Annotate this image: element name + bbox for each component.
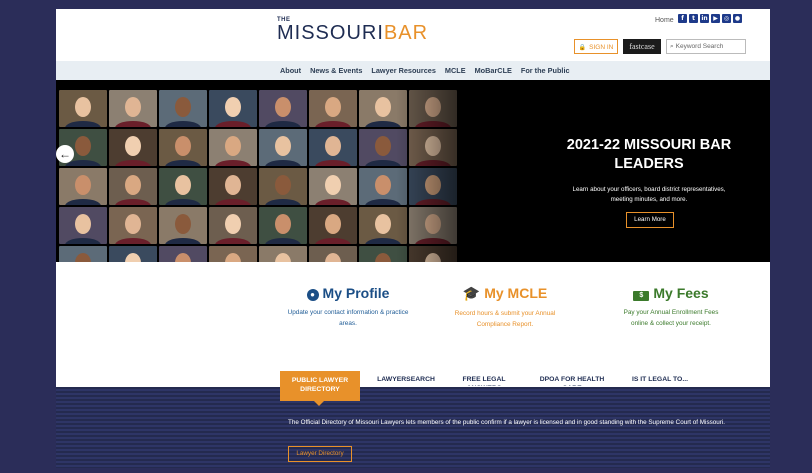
my-profile-title[interactable]: My Profile (323, 285, 390, 301)
leader-photo (259, 246, 307, 262)
search-input[interactable]: ⌕ Keyword Search (666, 39, 746, 54)
logo-accent: BAR (383, 22, 429, 44)
hero-title: 2021-22 MISSOURI BAR LEADERS (566, 137, 732, 172)
leader-photo (109, 129, 157, 166)
leader-photo (109, 207, 157, 244)
learn-more-button[interactable]: Learn More (626, 212, 674, 228)
tab-free-legal-answers[interactable]: FREE LEGAL ANSWERS (460, 375, 508, 386)
home-link[interactable]: Home (655, 17, 674, 24)
my-mcle-description: Record hours & submit your Annual Compli… (454, 310, 556, 328)
leader-photo (109, 168, 157, 205)
leader-photo (309, 129, 357, 166)
leader-photo (309, 90, 357, 127)
sign-in-label: SIGN IN (589, 44, 614, 51)
page: THE MISSOURIBAR Home f t in ▶ ◎ ● 🔒 SIGN … (56, 9, 770, 468)
logo-main: MISSOURI (277, 22, 384, 44)
user-circle-icon: ● (306, 289, 319, 301)
leader-photo (59, 246, 107, 262)
search-icon: ⌕ (670, 43, 674, 50)
leader-photo (209, 246, 257, 262)
fastcase-button[interactable]: fastcase (623, 39, 661, 54)
leader-photo (159, 129, 207, 166)
leader-photo (259, 129, 307, 166)
nav-item-mcle[interactable]: MCLE (445, 66, 466, 75)
nav-item-lawyer-resources[interactable]: Lawyer Resources (371, 66, 436, 75)
tab-public-lawyer-directory[interactable]: PUBLIC LAWYER DIRECTORY (280, 371, 360, 406)
nav-item-about[interactable]: About (280, 66, 301, 75)
sign-in-button[interactable]: 🔒 SIGN IN (574, 39, 618, 54)
nav-item-for-the-public[interactable]: For the Public (521, 66, 570, 75)
leader-photo (259, 90, 307, 127)
fastcase-label: fastcase (629, 42, 655, 51)
social-links: f t in ▶ ◎ ● (678, 14, 742, 23)
search-placeholder: Keyword Search (675, 43, 724, 50)
leader-photo (59, 168, 107, 205)
my-fees-card[interactable]: $ My Fees Pay your Annual Enrollment Fees… (616, 285, 726, 329)
my-mcle-title[interactable]: My MCLE (484, 285, 547, 301)
leader-photo (59, 90, 107, 127)
linkedin-icon[interactable]: in (700, 14, 709, 23)
leader-photo (159, 90, 207, 127)
my-fees-description: Pay your Annual Enrollment Fees online &… (623, 309, 719, 327)
twitter-icon[interactable]: t (689, 14, 698, 23)
site-logo[interactable]: MISSOURIBAR (277, 22, 428, 45)
leader-photo (209, 129, 257, 166)
main-nav: About News & Events Lawyer Resources MCL… (56, 61, 770, 80)
tab-is-it-legal-to[interactable]: IS IT LEGAL TO... (624, 375, 696, 386)
instagram-icon[interactable]: ◎ (722, 14, 731, 23)
hero-subtitle: Learn about your officers, board distric… (572, 186, 726, 203)
leader-photo (259, 168, 307, 205)
site-header: THE MISSOURIBAR Home f t in ▶ ◎ ● 🔒 SIGN … (56, 9, 770, 61)
graduation-cap-icon: 🎓 (462, 285, 481, 301)
leader-photo (109, 246, 157, 262)
hero-banner: ← 2021-22 MISSOURI BAR LEADERS Learn abo… (56, 80, 770, 262)
my-mcle-card[interactable]: 🎓 My MCLE Record hours & submit your Annu… (452, 285, 558, 330)
leader-photo (259, 207, 307, 244)
leader-photo (109, 90, 157, 127)
my-fees-title[interactable]: My Fees (653, 285, 708, 301)
money-bill-icon: $ (633, 291, 650, 301)
lawyer-directory-button[interactable]: Lawyer Directory (288, 446, 352, 462)
leader-photo (309, 207, 357, 244)
leader-photo (309, 168, 357, 205)
facebook-icon[interactable]: f (678, 14, 687, 23)
leader-photo (309, 246, 357, 262)
youtube-icon[interactable]: ▶ (711, 14, 720, 23)
leader-photo (159, 207, 207, 244)
leader-photo (59, 207, 107, 244)
tab-lawyersearch[interactable]: LAWYERSEARCH (372, 375, 440, 384)
leader-photo (209, 207, 257, 244)
user-icon[interactable]: ● (733, 14, 742, 23)
directory-description: The Official Directory of Missouri Lawye… (288, 419, 726, 426)
carousel-prev-arrow-icon[interactable]: ← (56, 145, 74, 163)
hero-fade (396, 80, 536, 262)
nav-item-mobarcle[interactable]: MoBarCLE (475, 66, 512, 75)
leader-photo (209, 90, 257, 127)
leader-photo (209, 168, 257, 205)
lock-icon: 🔒 (578, 45, 587, 51)
my-profile-description: Update your contact information & practi… (287, 309, 409, 327)
nav-item-news-events[interactable]: News & Events (310, 66, 362, 75)
leader-photo (159, 246, 207, 262)
leader-photo (159, 168, 207, 205)
my-profile-card[interactable]: ● My Profile Update your contact informat… (283, 285, 413, 329)
tab-dpoa-for-health-care[interactable]: DPOA FOR HEALTH CARE (536, 375, 608, 386)
